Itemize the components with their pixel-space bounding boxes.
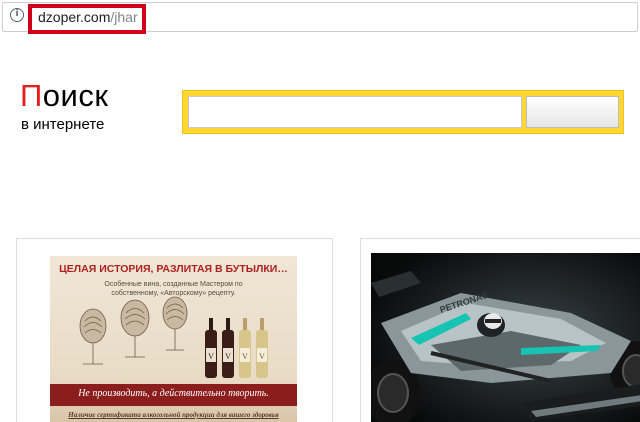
info-icon[interactable]: i — [10, 8, 24, 22]
logo-title: Поиск — [20, 80, 108, 112]
page: i dzoper.com/jhar Поиск в интернете ЦЕЛА… — [0, 0, 640, 422]
url-highlight-box — [28, 4, 146, 34]
svg-text:V: V — [225, 352, 231, 361]
svg-text:V: V — [208, 352, 214, 361]
logo-first-letter: П — [20, 78, 43, 113]
svg-text:V: V — [242, 352, 248, 361]
search-input[interactable] — [188, 96, 522, 128]
ad-card-wine[interactable]: ЦЕЛАЯ ИСТОРИЯ, РАЗЛИТАЯ В БУТЫЛКИ… Особе… — [16, 238, 333, 422]
svg-text:V: V — [259, 352, 265, 361]
logo-subtitle: в интернете — [21, 116, 105, 133]
wine-bottle-icon: V — [239, 318, 251, 378]
wine-bottle-icon: V — [222, 318, 234, 378]
wine-ad-slogan: Не производить, а действительно творить. — [78, 388, 269, 399]
wine-ad-bottom-text: Наличие сертификата алкогольной продукци… — [68, 411, 279, 419]
f1-car-graphic: PETRONAS — [371, 253, 640, 422]
fingerprint-glass-icon — [162, 296, 188, 351]
fingerprint-glass-icon — [79, 308, 107, 365]
ad-card-f1[interactable]: PETRONAS — [360, 238, 640, 422]
search-form — [182, 90, 624, 134]
wine-ad-image[interactable]: ЦЕЛАЯ ИСТОРИЯ, РАЗЛИТАЯ В БУТЫЛКИ… Особе… — [50, 256, 297, 422]
wine-bottle-icon: V — [205, 318, 217, 378]
site-logo[interactable]: Поиск в интернете — [20, 80, 150, 140]
f1-car-image[interactable]: PETRONAS — [371, 253, 640, 422]
wine-bottle-icon: V — [256, 318, 268, 378]
search-button[interactable] — [526, 96, 619, 128]
logo-title-rest: оиск — [42, 78, 109, 113]
fingerprint-glass-icon — [120, 299, 150, 358]
address-bar: i dzoper.com/jhar — [0, 0, 640, 34]
